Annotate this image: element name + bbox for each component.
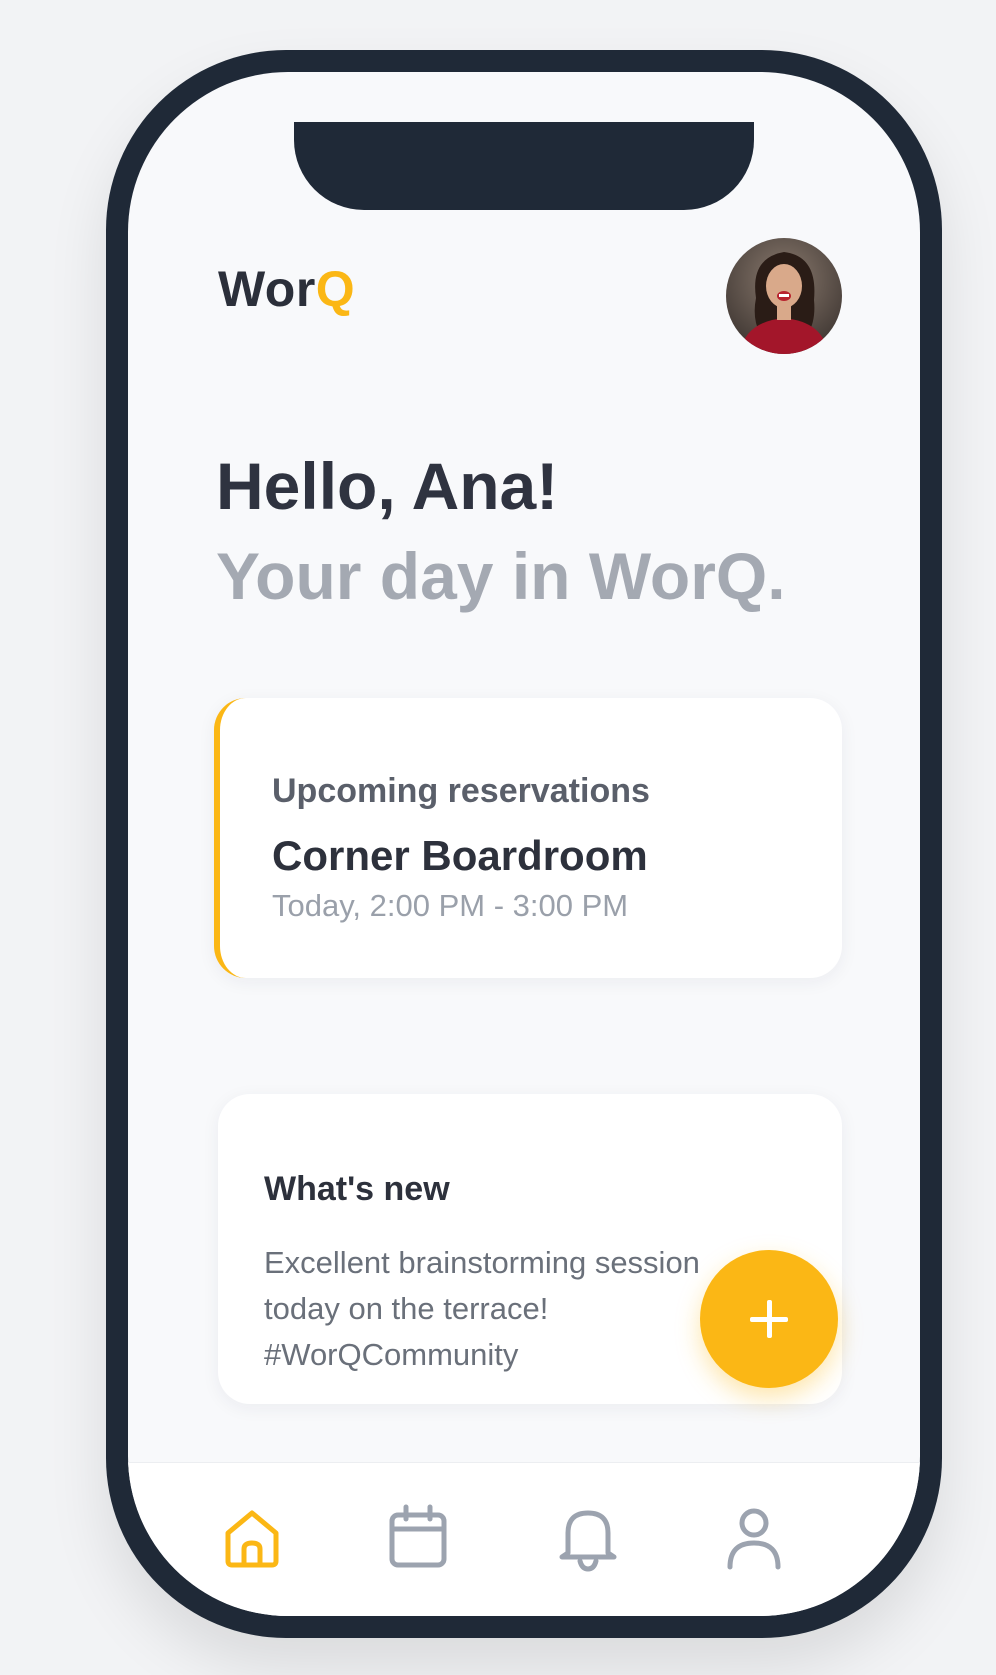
user-icon — [727, 1508, 781, 1570]
bottom-nav — [128, 1462, 920, 1616]
avatar[interactable] — [726, 238, 842, 354]
bell-icon — [559, 1510, 617, 1572]
app-logo: WorQ — [218, 260, 355, 318]
logo-accent: Q — [315, 261, 356, 317]
news-label: What's new — [264, 1170, 450, 1208]
reservation-time: Today, 2:00 PM - 3:00 PM — [272, 888, 629, 923]
reservation-card[interactable]: Upcoming reservations Corner Boardroom T… — [214, 698, 842, 978]
nav-profile[interactable] — [714, 1497, 794, 1577]
news-body: Excellent brainstorming session today on… — [264, 1245, 700, 1372]
logo-main: Wor — [218, 261, 316, 317]
reservation-label: Upcoming reservations — [272, 772, 650, 810]
greeting-subtitle: Your day in WorQ. — [216, 539, 786, 613]
avatar-photo — [726, 238, 842, 354]
nav-home[interactable] — [212, 1497, 292, 1577]
calendar-icon — [389, 1504, 447, 1568]
nav-notifications[interactable] — [548, 1497, 628, 1577]
home-icon — [225, 1510, 279, 1568]
phone-notch — [294, 122, 754, 210]
nav-calendar[interactable] — [378, 1497, 458, 1577]
phone-frame: WorQ Hello, Ana! Your day in WorQ. Upcom… — [106, 50, 942, 1638]
app-screen: WorQ Hello, Ana! Your day in WorQ. Upcom… — [128, 72, 920, 1616]
add-button[interactable] — [700, 1250, 838, 1388]
reservation-room: Corner Boardroom — [272, 832, 648, 879]
greeting-title: Hello, Ana! — [216, 449, 559, 523]
